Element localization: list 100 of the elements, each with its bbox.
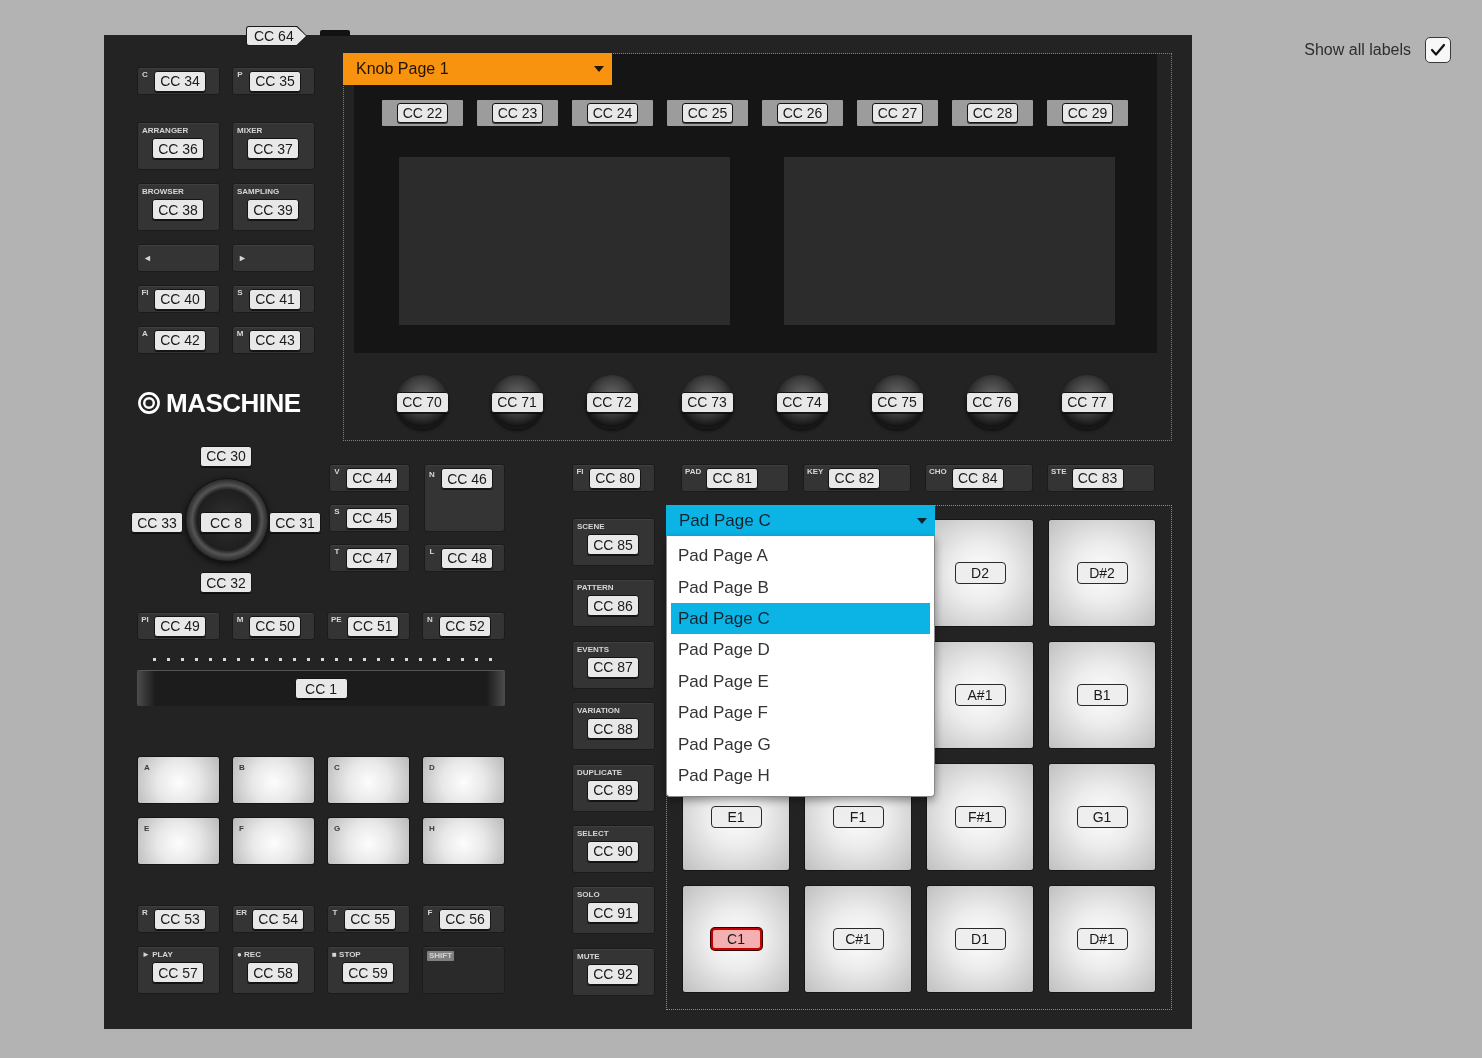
group-pad[interactable]: D: [422, 756, 505, 804]
controller-button[interactable]: KEY CC 82: [803, 464, 911, 492]
cc-tag[interactable]: CC 26: [777, 103, 828, 123]
group-pad[interactable]: A: [137, 756, 220, 804]
cc-tag[interactable]: CC 43: [249, 329, 301, 351]
controller-button[interactable]: N CC 46: [424, 464, 505, 532]
controller-button[interactable]: L CC 48: [424, 544, 505, 572]
group-pad[interactable]: F: [232, 817, 315, 865]
controller-button[interactable]: ● REC CC 58: [232, 946, 315, 994]
note-tag[interactable]: D2: [954, 562, 1006, 584]
cc-tag[interactable]: CC 46: [441, 468, 493, 489]
controller-button[interactable]: SAMPLING CC 39: [232, 183, 315, 231]
cc-tag[interactable]: CC 44: [346, 467, 398, 489]
cc-tag[interactable]: CC 72: [585, 391, 639, 413]
cc-tag[interactable]: CC 56: [439, 908, 491, 930]
note-tag[interactable]: D1: [954, 928, 1006, 950]
cc-tag[interactable]: CC 87: [587, 656, 639, 678]
cc-tag[interactable]: CC 35: [249, 70, 301, 92]
controller-button[interactable]: PAD CC 81: [681, 464, 789, 492]
cc-tag[interactable]: CC 76: [965, 391, 1019, 413]
controller-button[interactable]: SELECT CC 90: [572, 824, 655, 873]
cc-tag[interactable]: CC 8: [200, 512, 252, 533]
note-tag[interactable]: E1: [710, 806, 762, 828]
cc-tag[interactable]: CC 39: [247, 199, 299, 220]
cc-tag[interactable]: CC 59: [342, 962, 394, 983]
controller-button[interactable]: PI CC 49: [137, 612, 220, 640]
cc-tag[interactable]: CC 80: [589, 467, 641, 489]
controller-button[interactable]: M CC 43: [232, 326, 315, 354]
knob[interactable]: CC 71: [490, 375, 544, 429]
knob-page-dropdown[interactable]: Knob Page 1: [343, 53, 612, 85]
controller-button[interactable]: MIXER CC 37: [232, 122, 315, 170]
pad-page-dropdown[interactable]: Pad Page C: [666, 505, 935, 536]
cc-tag[interactable]: CC 58: [247, 962, 299, 983]
cc-tag[interactable]: CC 83: [1071, 467, 1124, 489]
controller-button[interactable]: ►: [232, 244, 315, 272]
knob[interactable]: CC 72: [585, 375, 639, 429]
cc-tag[interactable]: CC 75: [870, 391, 924, 413]
cc-tag[interactable]: CC 77: [1060, 391, 1114, 413]
controller-button[interactable]: PE CC 51: [327, 612, 410, 640]
note-tag[interactable]: B1: [1076, 684, 1128, 706]
note-tag[interactable]: F1: [832, 806, 884, 828]
controller-button[interactable]: PATTERN CC 86: [572, 579, 655, 628]
controller-button[interactable]: CHO CC 84: [925, 464, 1033, 492]
controller-button[interactable]: N CC 52: [422, 612, 505, 640]
cc-tag[interactable]: CC 81: [706, 467, 759, 489]
cc-tag[interactable]: CC 41: [249, 288, 301, 310]
group-pad[interactable]: B: [232, 756, 315, 804]
cc-tag[interactable]: CC 32: [200, 572, 252, 593]
drum-pad[interactable]: C1: [682, 885, 790, 993]
cc-tag[interactable]: CC 90: [587, 840, 639, 862]
cc-tag[interactable]: CC 57: [152, 962, 204, 983]
cc-tag[interactable]: CC 86: [587, 595, 639, 617]
controller-button[interactable]: ► PLAY CC 57: [137, 946, 220, 994]
cc-tag[interactable]: CC 31: [269, 512, 321, 533]
note-tag[interactable]: F#1: [954, 806, 1006, 828]
cc-tag[interactable]: CC 85: [587, 534, 639, 555]
controller-button[interactable]: FI CC 40: [137, 285, 220, 313]
knob[interactable]: CC 77: [1060, 375, 1114, 429]
menu-option[interactable]: Pad Page C: [671, 602, 930, 635]
drum-pad[interactable]: C#1: [804, 885, 912, 993]
drum-pad[interactable]: D#2: [1048, 519, 1156, 627]
cc-tag[interactable]: CC 36: [152, 138, 204, 159]
cc-tag[interactable]: CC 91: [587, 902, 639, 924]
cc-tag[interactable]: CC 48: [441, 547, 493, 569]
cc-tag[interactable]: CC 55: [344, 908, 396, 930]
cc-tag[interactable]: CC 84: [951, 467, 1004, 489]
cc-tag[interactable]: CC 45: [346, 507, 398, 529]
controller-button[interactable]: CC 25: [667, 100, 748, 126]
controller-button[interactable]: EVENTS CC 87: [572, 640, 655, 689]
cc-tag[interactable]: CC 1: [294, 678, 348, 699]
knob[interactable]: CC 70: [395, 375, 449, 429]
controller-button[interactable]: ARRANGER CC 36: [137, 122, 220, 170]
controller-button[interactable]: M CC 50: [232, 612, 315, 640]
cc-tag[interactable]: CC 73: [680, 391, 734, 413]
controller-button[interactable]: CC 26: [762, 100, 843, 126]
note-tag[interactable]: C1: [710, 928, 762, 950]
knob[interactable]: CC 73: [680, 375, 734, 429]
controller-button[interactable]: F CC 56: [422, 905, 505, 933]
drum-pad[interactable]: D#1: [1048, 885, 1156, 993]
controller-button[interactable]: S CC 41: [232, 285, 315, 313]
controller-button[interactable]: ■ STOP CC 59: [327, 946, 410, 994]
note-tag[interactable]: D#1: [1076, 928, 1128, 950]
drum-pad[interactable]: F#1: [926, 763, 1034, 871]
knob[interactable]: CC 75: [870, 375, 924, 429]
cc-tag[interactable]: CC 42: [154, 329, 206, 351]
cc-tag[interactable]: CC 40: [154, 288, 206, 310]
controller-button[interactable]: CC 27: [857, 100, 938, 126]
controller-button[interactable]: A CC 42: [137, 326, 220, 354]
controller-button[interactable]: SCENE CC 85: [572, 518, 655, 566]
drum-pad[interactable]: G1: [1048, 763, 1156, 871]
controller-button[interactable]: ◄: [137, 244, 220, 272]
drum-pad[interactable]: B1: [1048, 641, 1156, 749]
cc-tag[interactable]: CC 52: [439, 615, 491, 637]
cc-tag[interactable]: CC 29: [1062, 103, 1113, 123]
cc-tag[interactable]: CC 50: [249, 615, 301, 637]
controller-button[interactable]: MUTE CC 92: [572, 947, 655, 996]
knob[interactable]: CC 74: [775, 375, 829, 429]
group-pad[interactable]: C: [327, 756, 410, 804]
group-pad[interactable]: E: [137, 817, 220, 865]
cc-tag[interactable]: CC 22: [397, 103, 448, 123]
